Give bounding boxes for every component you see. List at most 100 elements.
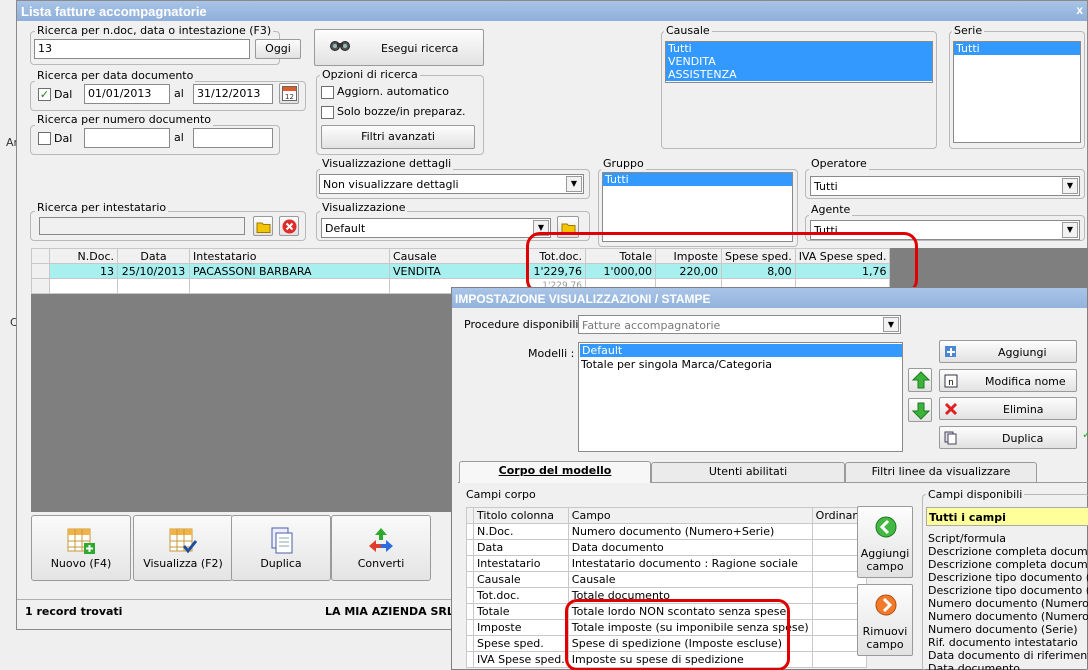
row-selector[interactable]: [466, 635, 474, 652]
row-selector[interactable]: [31, 263, 50, 279]
calendar-day-text: 12: [285, 93, 294, 101]
column-header[interactable]: Titolo colonna: [473, 507, 569, 524]
add-field-label: Aggiungi campo: [860, 547, 910, 573]
model-item-default[interactable]: Default: [580, 344, 902, 357]
run-search-button[interactable]: Esegui ricerca: [314, 29, 484, 66]
details-select[interactable]: Non visualizzare dettagli ▼: [319, 174, 584, 194]
date-from-checkbox[interactable]: ✓: [38, 88, 51, 101]
procedure-select[interactable]: Fatture accompagnatorie ▼: [578, 315, 901, 334]
drafts-only-checkbox[interactable]: [321, 106, 334, 119]
view-select[interactable]: Default ▼: [321, 218, 551, 238]
gruppo-item-tutti[interactable]: Tutti: [603, 173, 792, 186]
row-selector[interactable]: [466, 587, 474, 604]
move-up-button[interactable]: [908, 368, 932, 392]
number-to-input[interactable]: [193, 128, 273, 148]
status-company: LA MIA AZIENDA SRL: [325, 605, 454, 618]
chevron-down-icon[interactable]: ▼: [1062, 222, 1078, 238]
rename-model-button[interactable]: n Modifica nome: [939, 369, 1077, 392]
field-title: Tot.doc.: [473, 587, 569, 604]
causale-item-tutti[interactable]: Tutti: [666, 42, 932, 55]
available-field-item[interactable]: Data documento: [926, 662, 1088, 670]
chevron-down-icon[interactable]: ▼: [566, 176, 582, 192]
new-button[interactable]: Nuovo (F4): [31, 515, 131, 581]
models-list[interactable]: Default Totale per singola Marca/Categor…: [578, 342, 903, 452]
table-row[interactable]: Causale Causale: [466, 571, 868, 588]
view-button[interactable]: Visualizza (F2): [133, 515, 233, 581]
calendar-button[interactable]: 12: [279, 83, 299, 104]
column-header[interactable]: Campo: [567, 507, 813, 524]
add-model-button[interactable]: Aggiungi: [939, 340, 1077, 363]
number-from-checkbox[interactable]: [38, 132, 51, 145]
field-title: Spese sped.: [473, 635, 569, 652]
available-field-item[interactable]: Descrizione completa documento (: [926, 545, 1088, 558]
causale-item-assistenza[interactable]: ASSISTENZA: [666, 68, 932, 81]
serie-item-tutti[interactable]: Tutti: [954, 42, 1080, 55]
confirm-icon[interactable]: ✓: [1082, 428, 1088, 441]
folder-icon: [256, 220, 271, 236]
tab-model-body[interactable]: Corpo del modello: [459, 461, 651, 483]
duplicate-model-button[interactable]: Duplica: [939, 426, 1077, 449]
date-from-input[interactable]: 01/01/2013: [84, 84, 170, 104]
intestatario-clear-button[interactable]: [279, 216, 299, 236]
intestatario-input[interactable]: [39, 217, 245, 235]
cell-ndoc: 13: [49, 263, 118, 279]
causale-item-vendita[interactable]: VENDITA: [666, 55, 932, 68]
column-header[interactable]: Data: [117, 248, 190, 264]
search-input[interactable]: 13: [34, 39, 250, 59]
available-field-item[interactable]: Descrizione completa documento (: [926, 558, 1088, 571]
available-fields-list[interactable]: Script/formula Descrizione completa docu…: [926, 532, 1088, 670]
row-selector[interactable]: [466, 619, 474, 636]
date-to-input[interactable]: 31/12/2013: [193, 84, 273, 104]
row-selector[interactable]: [466, 539, 474, 556]
chevron-down-icon[interactable]: ▼: [1062, 178, 1078, 194]
number-from-input[interactable]: [84, 128, 170, 148]
serie-list[interactable]: Tutti: [953, 41, 1081, 143]
cell-data: 25/10/2013: [117, 263, 190, 279]
move-down-button[interactable]: [908, 398, 932, 422]
available-field-item[interactable]: Descrizione tipo documento (abbr: [926, 584, 1088, 597]
view-select-value: Default: [325, 222, 366, 235]
intestatario-browse-button[interactable]: [253, 216, 273, 236]
arrow-right-icon: [875, 594, 897, 619]
run-search-label: Esegui ricerca: [381, 42, 459, 55]
delete-model-label: Elimina: [1003, 403, 1044, 416]
row-selector[interactable]: [466, 603, 474, 620]
close-icon[interactable]: x: [1076, 3, 1083, 17]
available-field-item[interactable]: Data documento di riferimento int: [926, 649, 1088, 662]
column-header[interactable]: N.Doc.: [49, 248, 118, 264]
auto-refresh-label: Aggiorn. automatico: [337, 85, 449, 98]
available-field-item[interactable]: Script/formula: [926, 532, 1088, 545]
column-header[interactable]: Causale: [389, 248, 528, 264]
add-field-button[interactable]: Aggiungi campo: [857, 506, 913, 578]
duplicate-button[interactable]: Duplica: [231, 515, 331, 581]
row-selector[interactable]: [466, 523, 474, 540]
available-field-item[interactable]: Numero documento (Numero): [926, 610, 1088, 623]
table-row[interactable]: N.Doc. Numero documento (Numero+Serie): [466, 523, 868, 540]
add-icon: [944, 345, 958, 362]
available-fields-header[interactable]: Tutti i campi: [926, 507, 1088, 526]
column-header[interactable]: Intestatario: [189, 248, 390, 264]
row-selector[interactable]: [466, 555, 474, 572]
chevron-down-icon[interactable]: ▼: [883, 317, 899, 332]
available-field-item[interactable]: Rif. documento intestatario: [926, 636, 1088, 649]
available-field-item[interactable]: Numero documento (Numero+Seri: [926, 597, 1088, 610]
row-selector[interactable]: [466, 571, 474, 588]
window-title: Lista fatture accompagnatorie: [21, 4, 207, 19]
tab-line-filters[interactable]: Filtri linee da visualizzare: [845, 462, 1037, 482]
arrow-down-icon: [911, 402, 931, 423]
remove-field-button[interactable]: Rimuovi campo: [857, 584, 913, 656]
tab-enabled-users[interactable]: Utenti abilitati: [651, 462, 845, 482]
causale-list[interactable]: Tutti VENDITA ASSISTENZA: [665, 41, 933, 83]
available-field-item[interactable]: Numero documento (Serie): [926, 623, 1088, 636]
available-field-item[interactable]: Descrizione tipo documento (este: [926, 571, 1088, 584]
convert-button[interactable]: Converti: [331, 515, 431, 581]
today-button[interactable]: Oggi: [255, 39, 301, 59]
model-item-marca[interactable]: Totale per singola Marca/Categoria: [579, 358, 902, 371]
advanced-filters-button[interactable]: Filtri avanzati: [321, 125, 475, 149]
operatore-select[interactable]: Tutti ▼: [810, 176, 1080, 196]
delete-model-button[interactable]: Elimina: [939, 397, 1077, 420]
table-row[interactable]: Intestatario Intestatario documento : Rag…: [466, 555, 868, 572]
auto-refresh-checkbox[interactable]: [321, 86, 334, 99]
row-selector[interactable]: [466, 651, 474, 668]
table-row[interactable]: Data Data documento: [466, 539, 868, 556]
